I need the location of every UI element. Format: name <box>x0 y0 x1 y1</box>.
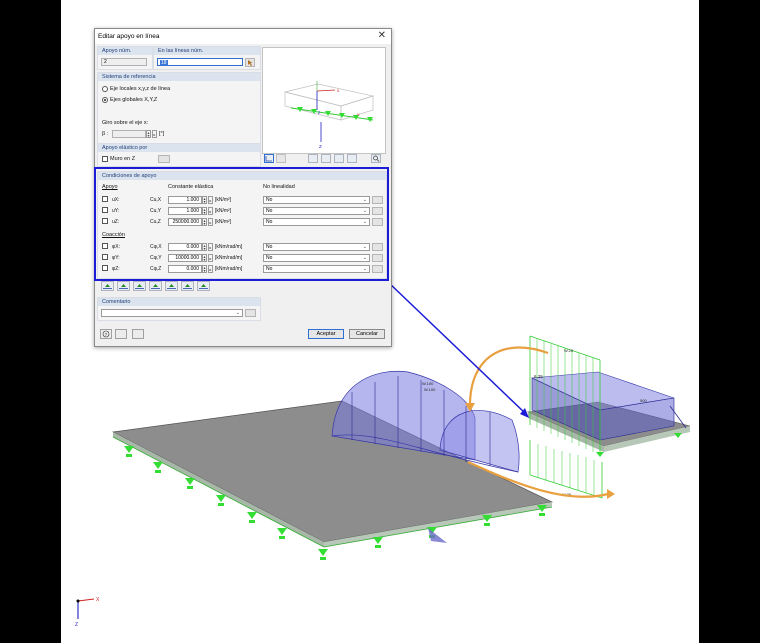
wall-right-label: 500 <box>640 398 647 403</box>
help-button[interactable]: ? <box>100 329 112 339</box>
elastic-support-group: Apoyo elástico por Muro en Z <box>97 143 261 167</box>
pick-pointer-icon <box>248 60 253 66</box>
cancel-button[interactable]: Cancelar <box>349 329 385 339</box>
beta-input[interactable] <box>112 130 146 138</box>
help-icon: ? <box>102 330 110 338</box>
rotation-label: Giro sobre el eje x: <box>102 120 149 126</box>
support-type-icon <box>199 284 208 289</box>
ref-system-header: Sistema de referencia <box>102 74 156 80</box>
wall-left-label: 6.25 <box>534 374 543 379</box>
local-axes-radio[interactable] <box>102 86 108 92</box>
support-type-icon <box>103 284 112 289</box>
export-button[interactable] <box>132 329 144 339</box>
local-axes-label: Eje locales x,y,z de línea <box>110 86 171 92</box>
svg-text:?: ? <box>105 332 108 337</box>
highlight-frame <box>94 167 389 281</box>
hinged-fixed-button[interactable] <box>133 281 146 291</box>
axis-z-label: Z <box>75 622 78 628</box>
magnifier-icon <box>373 155 380 162</box>
wall-settings-button[interactable] <box>158 155 170 163</box>
comment-library-button[interactable] <box>245 309 256 317</box>
lines-no-input[interactable]: 18 <box>157 58 243 66</box>
beta-label: β : <box>102 131 109 137</box>
support-type-icon <box>183 284 192 289</box>
hinged-support-button[interactable] <box>117 281 130 291</box>
axes-icon <box>265 156 272 162</box>
preview-table-button[interactable] <box>276 154 286 163</box>
elastic-header: Apoyo elástico por <box>102 145 148 151</box>
support-type-icon <box>135 284 144 289</box>
chevron-down-icon: ⌄ <box>235 310 240 316</box>
beta-arrow[interactable]: ▸ <box>152 130 157 138</box>
title-bar: Editar apoyo en línea ✕ <box>95 29 391 44</box>
custom-support-button[interactable] <box>197 281 210 291</box>
check-button[interactable] <box>115 329 127 339</box>
support-type-icon <box>151 284 160 289</box>
dialog-title: Editar apoyo en línea <box>98 33 160 40</box>
ok-button[interactable]: Aceptar <box>308 329 344 339</box>
lines-no-group: En las líneas núm. 18 <box>153 46 261 70</box>
beta-unit: [°] <box>159 131 165 137</box>
wall-top-label: W.25 <box>564 348 574 353</box>
arch-sublabel: W.100 <box>424 387 436 392</box>
close-icon[interactable]: ✕ <box>378 30 386 42</box>
view-iso-button[interactable] <box>347 154 357 163</box>
view-x-button[interactable] <box>308 154 318 163</box>
axis-x-label: X <box>96 597 100 603</box>
wall-z-checkbox[interactable] <box>102 156 108 162</box>
global-axes-label: Ejes globales X,Y,Z <box>110 97 158 103</box>
comment-input[interactable]: ⌄ <box>101 309 243 317</box>
support-preview: x z Z X <box>262 47 386 154</box>
beta-spinner[interactable]: ▴ ▾ <box>146 130 151 138</box>
lines-no-value: 18 <box>160 60 168 66</box>
support-type-icon <box>167 284 176 289</box>
zoom-button[interactable] <box>371 154 381 163</box>
comment-group: Comentario ⌄ <box>97 297 261 321</box>
support-no-header: Apoyo núm. <box>102 48 132 54</box>
fixed-support-button[interactable] <box>149 281 162 291</box>
comment-header: Comentario <box>102 299 131 305</box>
free-support-button[interactable] <box>101 281 114 291</box>
preview-axes-button[interactable] <box>264 154 274 163</box>
support-no-field: 2 <box>101 58 147 66</box>
support-type-icon <box>119 284 128 289</box>
sliding-support-button[interactable] <box>181 281 194 291</box>
view-y-button[interactable] <box>321 154 331 163</box>
wall-z-label: Muro en Z <box>110 156 136 162</box>
preview-Z-label: Z <box>319 144 322 149</box>
fixed-rotation-button[interactable] <box>165 281 178 291</box>
support-no-group: Apoyo núm. 2 <box>97 46 153 70</box>
select-lines-button[interactable] <box>245 58 255 67</box>
view-z-button[interactable] <box>334 154 344 163</box>
corner-axes: X Z <box>75 597 100 628</box>
preview-graphic: x z Z X <box>284 81 375 149</box>
wall-model: W.25 6.25 500 <box>526 335 691 457</box>
lines-no-header: En las líneas núm. <box>158 48 204 54</box>
preview-X-label: X <box>357 112 360 117</box>
arch-label: W.100 <box>422 381 434 386</box>
global-axes-radio[interactable] <box>102 97 108 103</box>
